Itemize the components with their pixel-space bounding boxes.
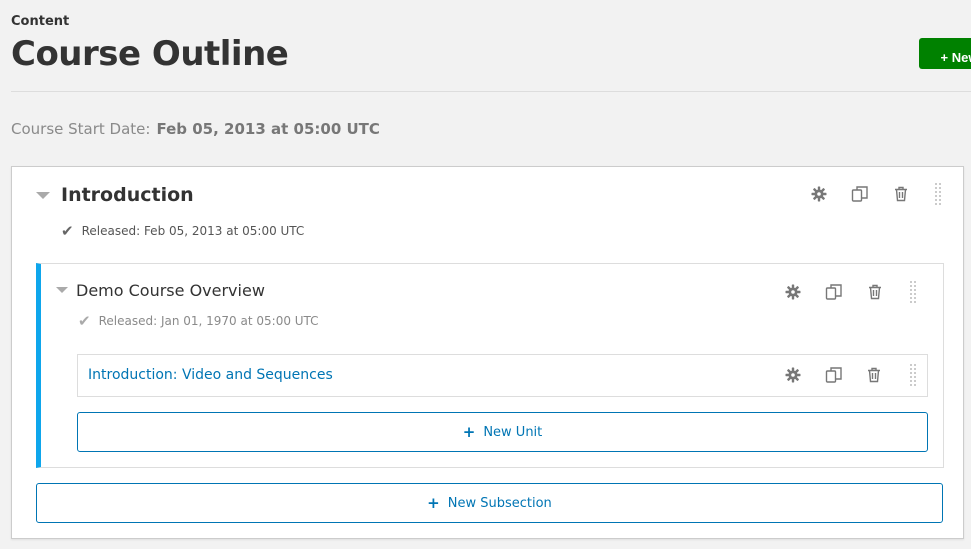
subsection-collapse-chevron-down-icon[interactable] — [56, 287, 68, 293]
subsection-release-status: ✔ Released: Jan 01, 1970 at 05:00 UTC — [78, 312, 319, 330]
trash-icon[interactable] — [891, 184, 911, 204]
unit-row: Introduction: Video and Sequences — [77, 354, 928, 397]
gear-icon[interactable] — [783, 282, 803, 302]
section-title[interactable]: Introduction — [61, 184, 194, 206]
drag-handle-icon[interactable] — [909, 363, 917, 387]
trash-icon[interactable] — [864, 365, 884, 385]
new-unit-button[interactable]: + New Unit — [77, 412, 928, 452]
check-icon: ✔ — [78, 312, 91, 330]
new-section-button[interactable]: + New — [919, 38, 971, 69]
page-eyebrow: Content — [11, 14, 70, 29]
course-start-label: Course Start Date: — [11, 120, 151, 138]
duplicate-icon[interactable] — [850, 184, 870, 204]
trash-icon[interactable] — [865, 282, 885, 302]
section-introduction: Introduction ✔ Released: Feb 05, 2013 at… — [11, 166, 964, 539]
gear-icon[interactable] — [809, 184, 829, 204]
course-start-value: Feb 05, 2013 at 05:00 UTC — [156, 120, 380, 138]
section-release-status: ✔ Released: Feb 05, 2013 at 05:00 UTC — [61, 222, 304, 240]
drag-handle-icon[interactable] — [934, 182, 942, 206]
section-collapse-chevron-down-icon[interactable] — [36, 192, 50, 199]
check-icon: ✔ — [61, 222, 74, 240]
new-section-label: New — [951, 50, 971, 65]
drag-handle-icon[interactable] — [909, 280, 917, 304]
subsection-demo-course-overview: Demo Course Overview ✔ Released: Jan 01,… — [36, 263, 944, 468]
unit-title-link[interactable]: Introduction: Video and Sequences — [88, 367, 333, 383]
plus-icon: + — [427, 494, 440, 512]
plus-icon: + — [940, 50, 949, 65]
duplicate-icon[interactable] — [824, 365, 844, 385]
subsection-release-text: Released: Jan 01, 1970 at 05:00 UTC — [98, 314, 319, 328]
course-start-date: Course Start Date: Feb 05, 2013 at 05:00 … — [11, 120, 380, 138]
gear-icon[interactable] — [783, 365, 803, 385]
new-subsection-button[interactable]: + New Subsection — [36, 483, 943, 523]
new-subsection-label: New Subsection — [447, 495, 552, 511]
duplicate-icon[interactable] — [824, 282, 844, 302]
plus-icon: + — [462, 423, 476, 441]
new-unit-label: New Unit — [483, 424, 543, 440]
header-divider — [11, 91, 971, 92]
subsection-title[interactable]: Demo Course Overview — [76, 281, 265, 300]
section-release-text: Released: Feb 05, 2013 at 05:00 UTC — [81, 224, 305, 238]
page-title: Course Outline — [11, 34, 289, 74]
